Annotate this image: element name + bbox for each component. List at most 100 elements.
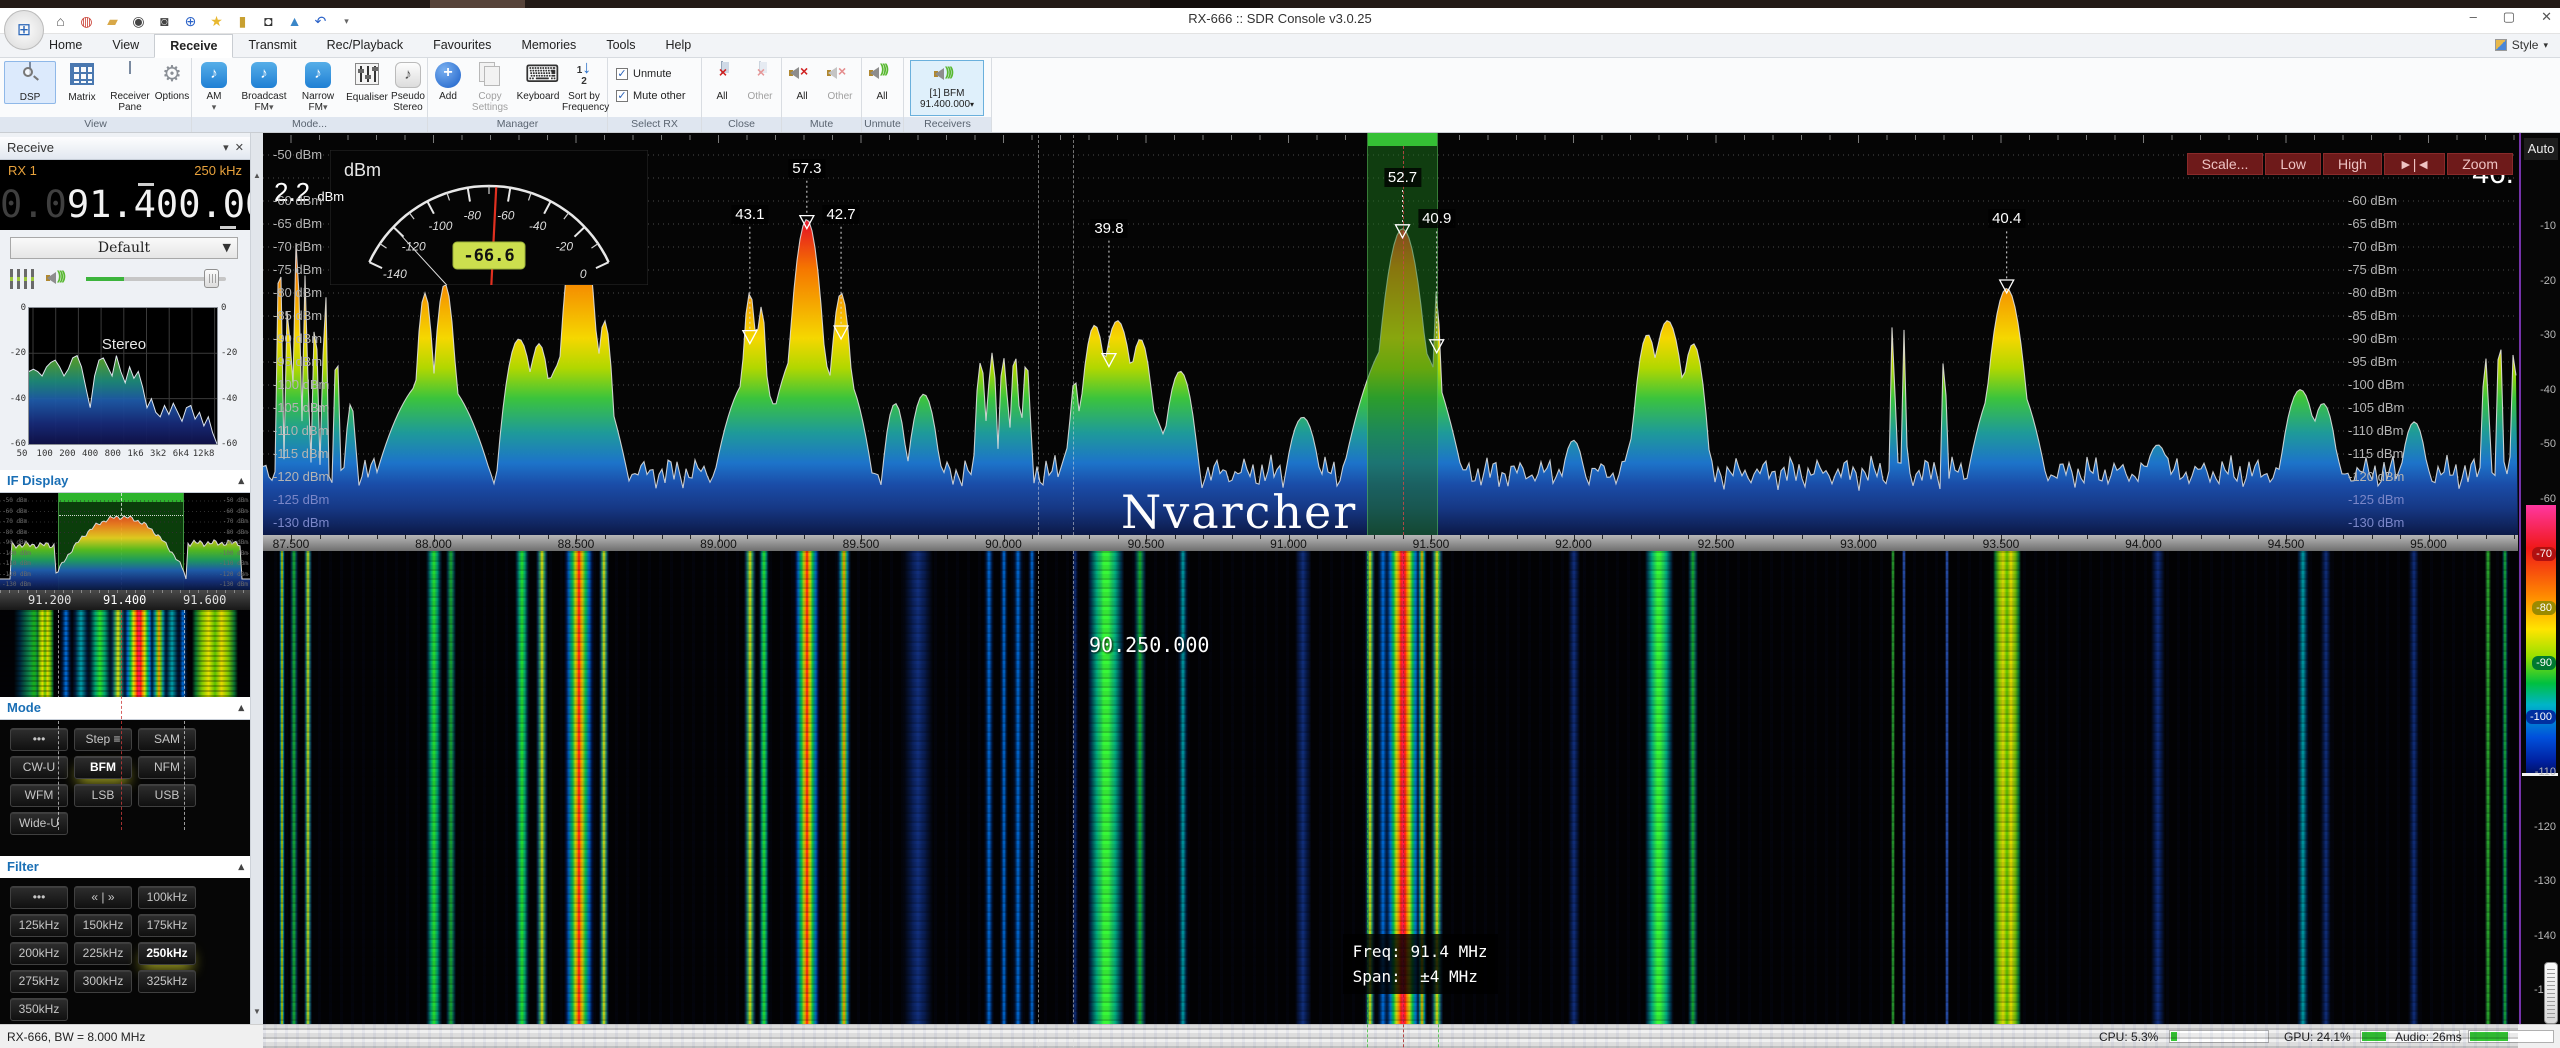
speaker-waves-icon[interactable]: ))) [46,267,72,289]
tab-rec-playback[interactable]: Rec/Playback [312,34,418,58]
tab-help[interactable]: Help [651,34,707,58]
equaliser-button[interactable]: Equaliser [344,61,390,103]
if-tick [27,590,28,593]
spectrum-button-[interactable]: ►|◄ [2384,153,2445,175]
if-tick [189,590,190,593]
axis-tick-label: 89.000 [700,537,737,551]
collapse-icon[interactable]: ▴ [238,470,244,492]
if-tick [126,590,127,593]
narrow-fm-button[interactable]: ♪ Narrow FM▾ [294,61,342,113]
tab-tools[interactable]: Tools [591,34,650,58]
collapse-icon[interactable]: ▴ [238,697,244,719]
unmute-checkbox[interactable]: ✓Unmute [616,68,672,80]
dsp-button[interactable]: DSP [4,61,56,104]
filter-button-275khz[interactable]: 275kHz [10,970,68,993]
close-other-button[interactable]: × Other [742,61,778,102]
options-button[interactable]: ⚙ Options [146,61,198,102]
spectrum-display[interactable]: 2.2 dBm 46. Scale...LowHigh►|◄Zoom Nvarc… [263,133,2518,535]
filter-button-150khz[interactable]: 150kHz [74,914,132,937]
mute-other-button[interactable]: × Other [822,61,858,102]
mode-button-wfm[interactable]: WFM [10,784,68,807]
scroll-down-icon[interactable]: ▼ [251,1007,263,1016]
mode-button-nfm[interactable]: NFM [138,756,196,779]
axis-tick [377,535,378,539]
mode-button-[interactable]: ••• [10,728,68,751]
mute-all-button[interactable]: × All [784,61,820,102]
spectrum-button-zoom[interactable]: Zoom [2447,153,2513,175]
mode-button-cwu[interactable]: CW-U [10,756,68,779]
minimize-button[interactable]: – [2470,9,2477,25]
spectrum-button-high[interactable]: High [2323,153,2382,175]
filter-button-100khz[interactable]: 100kHz [138,886,196,909]
filter-header[interactable]: Filter ▴ [0,856,250,879]
spectrum-button-low[interactable]: Low [2265,153,2321,175]
tab-transmit[interactable]: Transmit [233,34,311,58]
if-spectrum[interactable]: -50 dBm-50 dBm-60 dBm-60 dBm-70 dBm-70 d… [0,493,250,590]
mode-button-lsb[interactable]: LSB [74,784,132,807]
collapse-icon[interactable]: ▴ [238,856,244,878]
app-logo-icon: ⊞ [4,10,44,50]
filter-button-[interactable]: « | » [74,886,132,909]
mode-button-bfm[interactable]: BFM [74,756,132,779]
spectrum-button-scale[interactable]: Scale... [2187,153,2264,175]
waterfall-stripe [2151,551,2165,1048]
if-display-header[interactable]: IF Display ▴ [0,470,250,493]
receive-panel-header[interactable]: Receive ▾ ✕ [0,137,250,160]
filter-button-250khz[interactable]: 250kHz [138,942,196,965]
filter-button-200khz[interactable]: 200kHz [10,942,68,965]
filter-button-325khz[interactable]: 325kHz [138,970,196,993]
filter-button-350khz[interactable]: 350kHz [10,998,68,1021]
keyboard-button[interactable]: ⌨ Keyboard [514,61,562,102]
volume-handle[interactable] [204,269,219,288]
filter-button-125khz[interactable]: 125kHz [10,914,68,937]
tab-view[interactable]: View [97,34,154,58]
am-button[interactable]: ♪ AM▾ [194,61,234,113]
receiver-1-button[interactable]: ))) [1] BFM 91.400.000▾ [910,60,984,116]
mute-other-checkbox[interactable]: ✓Mute other [616,90,686,102]
spectrum-frequency-axis[interactable]: 87.50088.00088.50089.00089.50090.00090.5… [263,535,2518,551]
preset-dropdown[interactable]: Default ▼ [10,237,238,259]
collapse-icon[interactable]: ▾ [223,142,229,154]
tab-receive[interactable]: Receive [154,34,233,58]
mode-header[interactable]: Mode ▴ [0,697,250,720]
filter-button-[interactable]: ••• [10,886,68,909]
axis-tick [1317,535,1318,539]
pseudo-stereo-button[interactable]: ♪ Pseudo Stereo [388,61,428,113]
sort-by-frequency-button[interactable]: 1↓2 Sort by Frequency [562,61,606,113]
if-db-label: -130 dBm [219,581,248,588]
tab-home[interactable]: Home [34,34,97,58]
unmute-all-button[interactable]: ))) All [864,61,900,102]
mixer-icon[interactable] [10,269,36,289]
copy-settings-button[interactable]: Copy Settings [468,61,512,113]
mode-button-sam[interactable]: SAM [138,728,196,751]
colorbar-slider-handle[interactable] [2544,962,2558,1024]
group-label-close: Close [702,117,781,132]
maximize-button[interactable]: ▢ [2503,9,2515,25]
mode-button-usb[interactable]: USB [138,784,196,807]
close-all-button[interactable]: × All [704,61,740,102]
style-menu[interactable]: Style ▾ [2495,38,2548,52]
digit-down-marker[interactable] [220,226,236,229]
tab-favourites[interactable]: Favourites [418,34,506,58]
waterfall-display[interactable]: 90.250.000 Freq: 91.4 MHz Span: ±4 MHz [263,551,2518,1048]
scroll-up-icon[interactable]: ▲ [251,171,263,180]
digit-up-marker[interactable] [138,183,154,186]
frequency-display[interactable]: 0.091.400.000 [0,182,250,230]
close-button[interactable]: ✕ [2541,9,2552,25]
mode-button-wideu[interactable]: Wide-U [10,812,68,835]
add-button[interactable]: + Add [430,61,466,102]
panel-scrollbar[interactable]: ▲ ▼ [250,133,263,1024]
gpu-label: GPU: 24.1% [2284,1030,2351,1044]
tab-memories[interactable]: Memories [506,34,591,58]
panel-close-icon[interactable]: ✕ [235,142,244,154]
axis-tick [1745,535,1746,539]
volume-slider[interactable] [86,277,226,281]
matrix-button[interactable]: Matrix [56,61,108,103]
if-tick [90,590,91,593]
filter-button-175khz[interactable]: 175kHz [138,914,196,937]
filter-button-300khz[interactable]: 300kHz [74,970,132,993]
mode-button-step[interactable]: Step ≡ [74,728,132,751]
auto-button[interactable]: Auto [2524,138,2558,160]
broadcast-fm-button[interactable]: ♪ Broadcast FM▾ [236,61,292,113]
filter-button-225khz[interactable]: 225kHz [74,942,132,965]
